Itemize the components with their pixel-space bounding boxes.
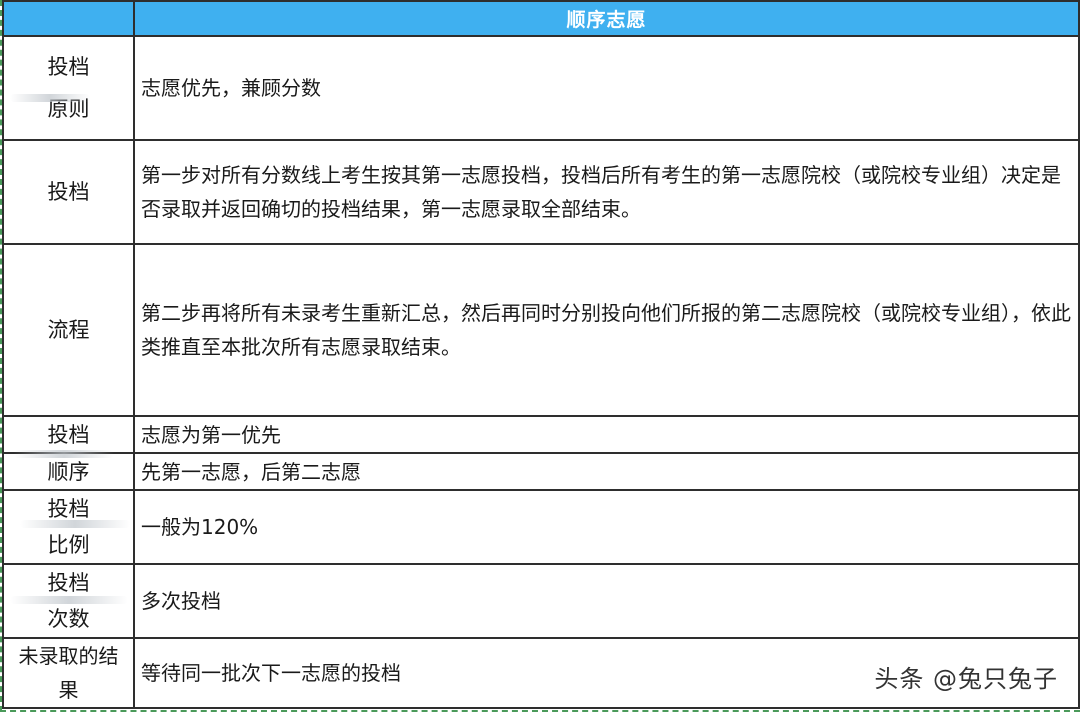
row-content: 志愿优先，兼顾分数 (133, 35, 1080, 141)
table-header-title: 顺序志愿 (133, 0, 1080, 37)
header-blank-cell (2, 0, 135, 37)
smudge-mark (10, 94, 90, 102)
row-label-line: 未录取的结 (18, 644, 119, 668)
row-content: 多次投档 (133, 563, 1080, 639)
table-row: 投档 第一步对所有分数线上考生按其第一志愿投档，投档后所有考生的第一志愿院校（或… (2, 139, 1080, 245)
row-label: 投档 (2, 139, 135, 245)
row-label-line: 比例 (47, 533, 90, 557)
table-row: 投档 次数 多次投档 (2, 563, 1080, 639)
row-label-line: 果 (58, 678, 79, 702)
row-content: 一般为120% (133, 489, 1080, 565)
watermark-text: 头条 @兔只兔子 (874, 665, 1058, 693)
row-label-line: 次数 (47, 607, 90, 631)
row-label: 流程 (2, 243, 135, 417)
row-label: 未录取的结 果 (2, 637, 135, 709)
row-label-line: 流程 (47, 318, 90, 342)
row-label: 顺序 (2, 452, 135, 491)
row-label-line: 投档 (47, 180, 90, 204)
row-content: 先第一志愿，后第二志愿 (133, 452, 1080, 491)
table-row: 流程 第二步再将所有未录考生重新汇总，然后再同时分别投向他们所报的第二志愿院校（… (2, 243, 1080, 417)
row-label-line: 投档 (47, 55, 90, 79)
row-label: 投档 (2, 415, 135, 454)
row-label-line: 顺序 (47, 459, 90, 484)
volunteer-table: 顺序志愿 投档 原则 志愿优先，兼顾分数 投档 第一步对所有分数线上考生按其第一… (2, 0, 1080, 709)
table-row: 顺序 先第一志愿，后第二志愿 (2, 452, 1080, 491)
table-row: 投档 原则 志愿优先，兼顾分数 (2, 35, 1080, 141)
smudge-mark (10, 596, 128, 604)
smudge-mark (14, 450, 114, 458)
row-label: 投档 原则 (2, 35, 135, 141)
row-content: 第一步对所有分数线上考生按其第一志愿投档，投档后所有考生的第一志愿院校（或院校专… (133, 139, 1080, 245)
table-row: 投档 比例 一般为120% (2, 489, 1080, 565)
table-row: 投档 志愿为第一优先 (2, 415, 1080, 454)
row-content: 第二步再将所有未录考生重新汇总，然后再同时分别投向他们所报的第二志愿院校（或院校… (133, 243, 1080, 417)
smudge-mark (20, 520, 130, 528)
row-label-line: 投档 (47, 422, 90, 447)
table-header-row: 顺序志愿 (2, 0, 1080, 37)
row-content: 志愿为第一优先 (133, 415, 1080, 454)
